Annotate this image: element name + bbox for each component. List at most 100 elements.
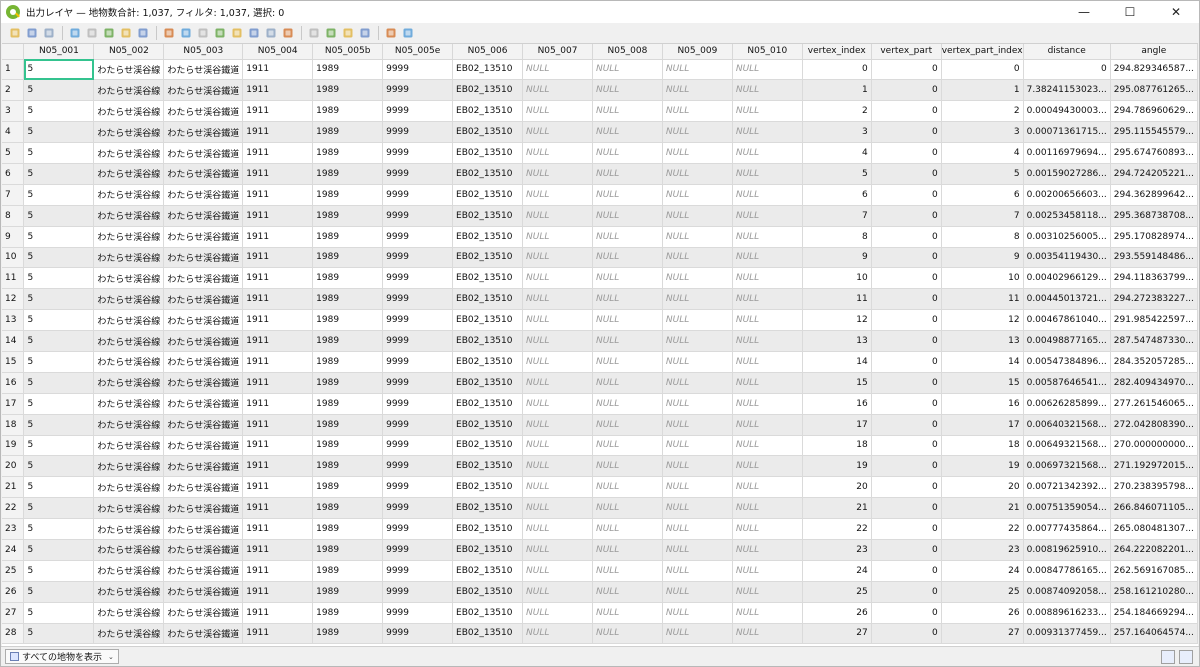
table-cell[interactable]: 2 [941, 100, 1024, 123]
table-cell[interactable]: 11 [941, 288, 1024, 311]
column-header[interactable]: N05_002 [93, 44, 165, 60]
table-cell[interactable]: 1 [802, 79, 872, 102]
table-row[interactable]: 8 5 わたらせ渓谷線 わたらせ渓谷鐵道 1911 1989 9999 EB02_13510 N… [2, 205, 1198, 227]
column-header[interactable]: N05_009 [662, 44, 733, 60]
table-cell[interactable]: 4 [941, 142, 1024, 164]
table-cell[interactable]: EB02_13510 [452, 455, 524, 478]
table-cell[interactable]: わたらせ渓谷鐵道 [163, 497, 244, 520]
table-cell[interactable]: 5 [23, 414, 95, 436]
table-cell[interactable]: 16 [941, 393, 1024, 415]
table-cell[interactable]: NULL [662, 351, 733, 373]
table-row[interactable]: 7 5 わたらせ渓谷線 わたらせ渓谷鐵道 1911 1989 9999 EB02_13510 N… [2, 184, 1198, 206]
table-cell[interactable]: EB02_13510 [452, 79, 524, 102]
table-cell[interactable]: NULL [732, 205, 803, 227]
table-cell[interactable]: NULL [522, 142, 593, 164]
table-cell[interactable]: 294.724205221... [1110, 163, 1198, 185]
table-cell[interactable]: 1911 [242, 435, 314, 457]
table-cell[interactable]: 5 [23, 309, 95, 332]
table-cell[interactable]: NULL [522, 623, 593, 645]
table-cell[interactable]: 9999 [382, 602, 454, 624]
table-cell[interactable]: わたらせ渓谷線 [93, 247, 165, 269]
table-cell[interactable]: わたらせ渓谷鐵道 [163, 351, 244, 373]
table-cell[interactable]: 0.00253458118... [1023, 205, 1111, 227]
table-cell[interactable]: わたらせ渓谷線 [93, 539, 165, 561]
table-cell[interactable]: 0 [1023, 59, 1111, 81]
table-cell[interactable]: 0 [871, 79, 942, 102]
row-number[interactable]: 3 [2, 100, 25, 123]
row-number[interactable]: 12 [2, 288, 25, 311]
table-cell[interactable]: 9999 [382, 267, 454, 290]
column-header[interactable]: N05_010 [732, 44, 803, 60]
table-row[interactable]: 10 5 わたらせ渓谷線 わたらせ渓谷鐵道 1911 1989 9999 EB02_13510… [2, 247, 1198, 269]
new-field-icon[interactable] [306, 25, 322, 41]
table-cell[interactable]: 0.00402966129... [1023, 267, 1111, 290]
table-cell[interactable]: NULL [592, 476, 663, 499]
table-cell[interactable]: NULL [522, 79, 593, 102]
table-cell[interactable]: わたらせ渓谷鐵道 [163, 288, 244, 311]
table-cell[interactable]: 262.569167085... [1110, 560, 1198, 582]
table-cell[interactable]: NULL [662, 163, 733, 185]
table-cell[interactable]: 3 [941, 121, 1024, 144]
table-cell[interactable]: 0 [871, 539, 942, 561]
table-cell[interactable]: NULL [522, 414, 593, 436]
row-number[interactable]: 18 [2, 414, 25, 436]
table-cell[interactable]: 0.00626285899... [1023, 393, 1111, 415]
table-cell[interactable]: NULL [732, 247, 803, 269]
row-number[interactable]: 19 [2, 435, 25, 457]
table-cell[interactable]: NULL [522, 184, 593, 206]
table-cell[interactable]: 294.786960629... [1110, 100, 1198, 123]
row-number[interactable]: 28 [2, 623, 25, 645]
table-cell[interactable]: NULL [592, 372, 663, 394]
table-cell[interactable]: 1911 [242, 623, 314, 645]
table-cell[interactable]: NULL [592, 267, 663, 290]
table-cell[interactable]: 20 [941, 476, 1024, 499]
table-cell[interactable]: 0 [871, 455, 942, 478]
table-cell[interactable]: 23 [802, 539, 872, 561]
table-cell[interactable]: 9999 [382, 560, 454, 582]
table-cell[interactable]: 1989 [312, 288, 384, 311]
table-cell[interactable]: NULL [522, 455, 593, 478]
row-number[interactable]: 5 [2, 142, 25, 164]
table-cell[interactable]: 5 [23, 205, 95, 227]
table-row[interactable]: 19 5 わたらせ渓谷線 わたらせ渓谷鐵道 1911 1989 9999 EB02_13510… [2, 435, 1198, 457]
table-cell[interactable]: 24 [802, 560, 872, 582]
table-cell[interactable]: わたらせ渓谷線 [93, 79, 165, 102]
table-cell[interactable]: 0 [871, 581, 942, 603]
table-cell[interactable]: わたらせ渓谷線 [93, 288, 165, 311]
table-cell[interactable]: 1911 [242, 267, 314, 290]
table-cell[interactable]: わたらせ渓谷鐵道 [163, 539, 244, 561]
table-cell[interactable]: NULL [662, 455, 733, 478]
table-cell[interactable]: 9999 [382, 79, 454, 102]
table-cell[interactable]: 5 [23, 247, 95, 269]
table-cell[interactable]: 0 [871, 435, 942, 457]
table-cell[interactable]: 257.164064574... [1110, 623, 1198, 645]
table-cell[interactable]: 9999 [382, 393, 454, 415]
table-cell[interactable]: 0.00159027286... [1023, 163, 1111, 185]
table-cell[interactable]: 26 [941, 602, 1024, 624]
table-cell[interactable]: NULL [522, 267, 593, 290]
table-cell[interactable]: 1989 [312, 497, 384, 520]
table-cell[interactable]: 0 [871, 205, 942, 227]
column-header[interactable]: N05_008 [592, 44, 663, 60]
table-cell[interactable]: わたらせ渓谷鐵道 [163, 581, 244, 603]
table-row[interactable]: 5 5 わたらせ渓谷線 わたらせ渓谷鐵道 1911 1989 9999 EB02_13510 N… [2, 142, 1198, 164]
save-edits-icon[interactable] [41, 25, 57, 41]
table-cell[interactable]: 1989 [312, 309, 384, 332]
table-cell[interactable]: 1911 [242, 518, 314, 540]
table-cell[interactable]: NULL [522, 351, 593, 373]
table-cell[interactable]: NULL [662, 497, 733, 520]
column-header[interactable]: N05_005b [312, 44, 384, 60]
table-cell[interactable]: NULL [522, 205, 593, 227]
table-cell[interactable]: 6 [941, 184, 1024, 206]
table-cell[interactable]: NULL [522, 602, 593, 624]
add-feature-icon[interactable] [67, 25, 83, 41]
table-cell[interactable]: NULL [592, 414, 663, 436]
table-cell[interactable]: わたらせ渓谷鐵道 [163, 602, 244, 624]
table-cell[interactable]: 9999 [382, 435, 454, 457]
column-header[interactable]: N05_001 [23, 44, 95, 60]
table-cell[interactable]: 0.00649321568... [1023, 435, 1111, 457]
table-cell[interactable]: 0 [871, 100, 942, 123]
column-header[interactable]: N05_004 [242, 44, 314, 60]
table-cell[interactable]: わたらせ渓谷線 [93, 393, 165, 415]
table-cell[interactable]: 0 [871, 163, 942, 185]
